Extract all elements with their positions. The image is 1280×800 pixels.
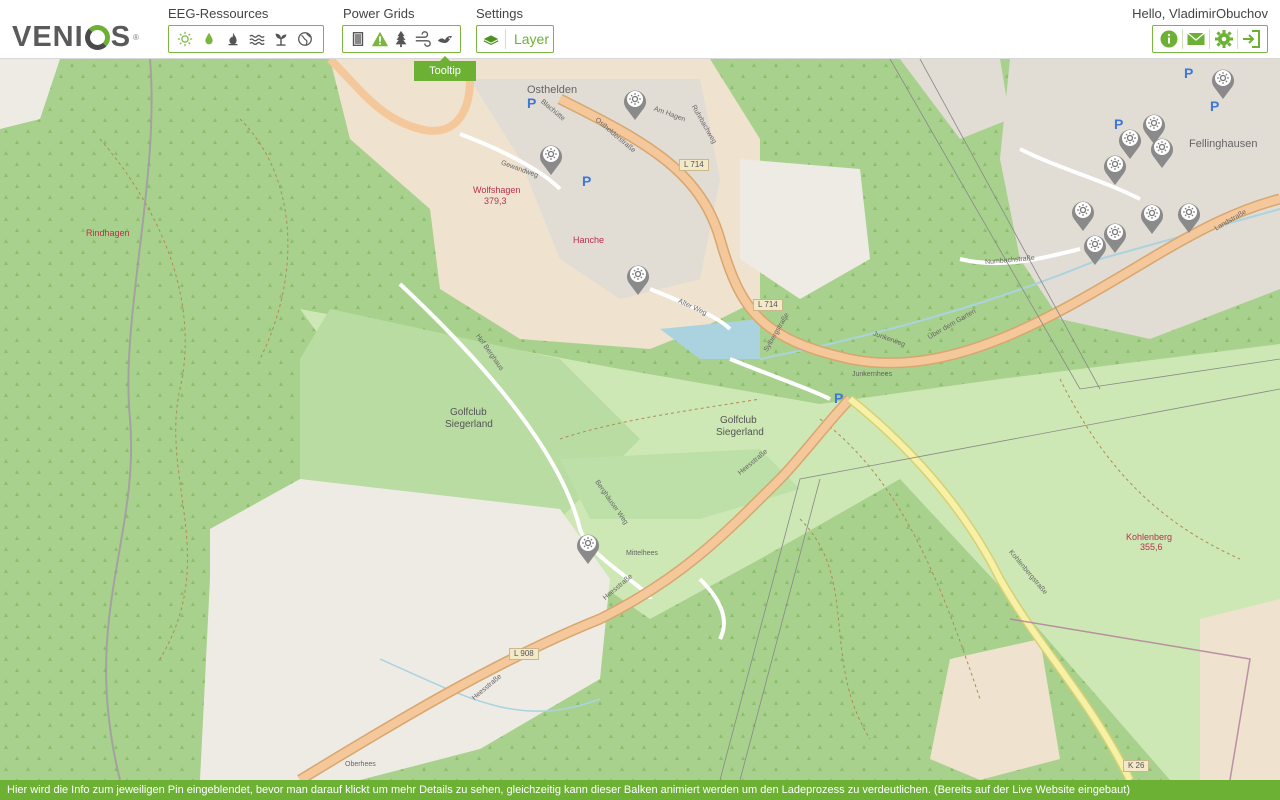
venios-logo[interactable]: VENI S ® [12, 22, 139, 52]
solar-pin[interactable] [1176, 200, 1202, 234]
mail-icon[interactable] [1184, 28, 1208, 50]
layer-button[interactable]: Layer [510, 31, 549, 47]
place-label: Siegerland [445, 419, 493, 430]
toolbar-divider [1181, 29, 1183, 49]
parking-icon: P [1184, 65, 1194, 81]
toolbar-divider [1209, 29, 1211, 49]
parking-icon: P [1210, 98, 1220, 114]
peak-elevation: 355,6 [1140, 542, 1163, 552]
layers-icon[interactable] [482, 28, 500, 50]
drop-icon[interactable] [198, 28, 220, 50]
power-grids-toolbar [342, 25, 461, 53]
place-label: Fellinghausen [1189, 138, 1258, 150]
flame-icon[interactable] [222, 28, 244, 50]
parking-icon: P [582, 173, 592, 189]
map-view[interactable]: Osthelden Fellinghausen Wolfshagen 379,3… [0, 59, 1280, 780]
solar-pin[interactable] [575, 531, 601, 565]
parking-icon: P [834, 390, 844, 406]
wind-icon[interactable] [413, 28, 433, 50]
road-shield: L 714 [679, 159, 709, 171]
gear-icon[interactable] [1212, 28, 1236, 50]
waves-icon[interactable] [246, 28, 268, 50]
solar-pin[interactable] [538, 142, 564, 176]
place-label: Oberhees [345, 761, 376, 768]
eeg-ressources-label: EEG-Ressources [168, 6, 269, 21]
peak-label: Hanche [573, 235, 605, 245]
solar-pin[interactable] [1102, 152, 1128, 186]
settings-toolbar: Layer [476, 25, 554, 53]
solar-pin[interactable] [1210, 66, 1236, 100]
sun-icon[interactable] [174, 28, 196, 50]
peak-elevation: 379,3 [484, 196, 507, 206]
place-label: Golfclub [450, 407, 487, 418]
warning-icon[interactable] [370, 28, 390, 50]
info-icon[interactable] [1157, 28, 1181, 50]
parking-icon: P [527, 95, 537, 111]
settings-label: Settings [476, 6, 523, 21]
top-toolbar: VENI S ® EEG-Ressources Power Grids Sett… [0, 0, 1280, 59]
logout-icon[interactable] [1239, 28, 1263, 50]
solar-pin[interactable] [1149, 135, 1175, 169]
logo-text-left: VENI [12, 21, 84, 53]
road-shield: L 908 [509, 648, 539, 660]
logo-text-right: S [110, 21, 132, 53]
road-shield: K 26 [1123, 760, 1150, 772]
place-label: Mittelhees [626, 550, 658, 557]
peak-label: Wolfshagen [473, 185, 521, 195]
solar-pin[interactable] [1082, 232, 1108, 266]
peak-label: Rindhagen [86, 228, 130, 238]
globe-icon[interactable] [294, 28, 316, 50]
user-greeting: Hello, VladimirObuchov [1132, 6, 1268, 21]
peak-label: Kohlenberg [1126, 532, 1173, 542]
map-canvas [0, 59, 1280, 780]
place-label: Siegerland [716, 427, 764, 438]
pin-info-bar: Hier wird die Info zum jeweiligen Pin ei… [0, 780, 1280, 800]
bird-icon[interactable] [435, 28, 455, 50]
place-label: Golfclub [720, 415, 757, 426]
toolbar-divider [1237, 29, 1239, 49]
tree-icon[interactable] [392, 28, 412, 50]
road-shield: L 714 [753, 299, 783, 311]
place-label: Junkernhees [852, 371, 893, 378]
solar-pin[interactable] [625, 262, 651, 296]
eeg-ressources-toolbar [168, 25, 324, 53]
solar-pin[interactable] [1139, 201, 1165, 235]
user-toolbar [1152, 25, 1268, 53]
tooltip: Tooltip [414, 56, 476, 81]
app-window: VENI S ® EEG-Ressources Power Grids Sett… [0, 0, 1280, 800]
logo-ring-icon [84, 25, 110, 50]
solar-pin[interactable] [1070, 198, 1096, 232]
battery-icon[interactable] [348, 28, 368, 50]
toolbar-divider [505, 29, 506, 49]
power-grids-label: Power Grids [343, 6, 415, 21]
sprout-icon[interactable] [270, 28, 292, 50]
solar-pin[interactable] [622, 87, 648, 121]
trademark: ® [133, 32, 139, 42]
